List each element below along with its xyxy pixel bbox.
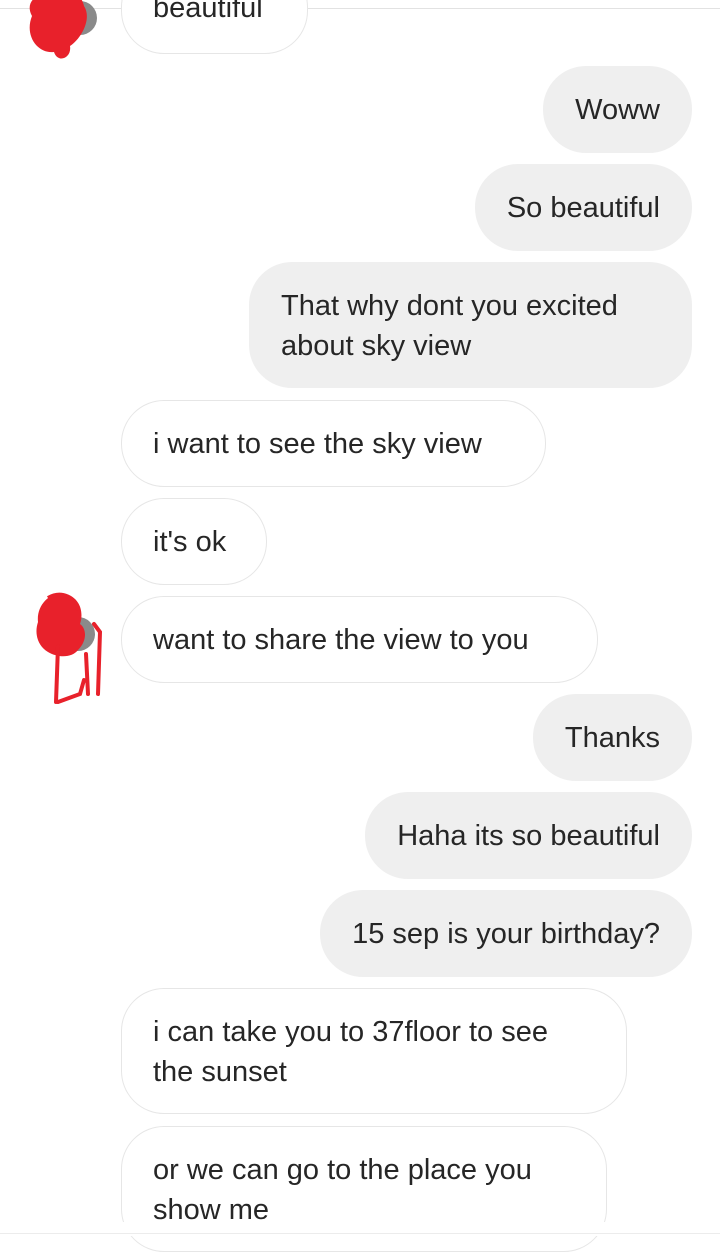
- message-text: i can take you to 37floor to see the sun…: [153, 1016, 548, 1088]
- avatar-redacted-icon: [36, 592, 103, 704]
- message-bubble-outgoing[interactable]: That why dont you excited about sky view: [249, 262, 692, 388]
- message-text: beautiful: [153, 0, 263, 24]
- message-text: That why dont you excited about sky view: [281, 290, 618, 362]
- message-bubble-incoming[interactable]: i can take you to 37floor to see the sun…: [121, 988, 627, 1114]
- message-bubble-outgoing[interactable]: So beautiful: [474, 164, 692, 251]
- message-text: want to share the view to you: [153, 624, 529, 656]
- message-bubble-incoming[interactable]: want to share the view to you: [121, 596, 598, 683]
- message-text: it's ok: [153, 526, 227, 558]
- bottom-divider: [0, 1233, 720, 1234]
- message-bubble-outgoing[interactable]: Woww: [543, 66, 692, 153]
- message-text: or we can go to the place you show me: [153, 1154, 532, 1226]
- message-text: 15 sep is your birthday?: [352, 918, 660, 950]
- message-bubble-outgoing[interactable]: 15 sep is your birthday?: [320, 890, 692, 977]
- message-text: Woww: [575, 94, 660, 126]
- avatar-redacted-icon: [29, 0, 97, 59]
- top-divider: [0, 8, 720, 9]
- message-text: Thanks: [564, 722, 660, 754]
- message-bubble-incoming[interactable]: it's ok: [121, 498, 267, 585]
- message-bubble-outgoing[interactable]: Haha its so beautiful: [365, 792, 692, 879]
- message-text: i want to see the sky view: [153, 428, 482, 460]
- message-bubble-incoming[interactable]: i want to see the sky view: [121, 400, 546, 487]
- message-bubble-outgoing[interactable]: Thanks: [532, 694, 692, 781]
- message-text: Haha its so beautiful: [397, 820, 660, 852]
- message-text: So beautiful: [506, 192, 660, 224]
- message-bubble-incoming[interactable]: beautiful: [121, 0, 308, 54]
